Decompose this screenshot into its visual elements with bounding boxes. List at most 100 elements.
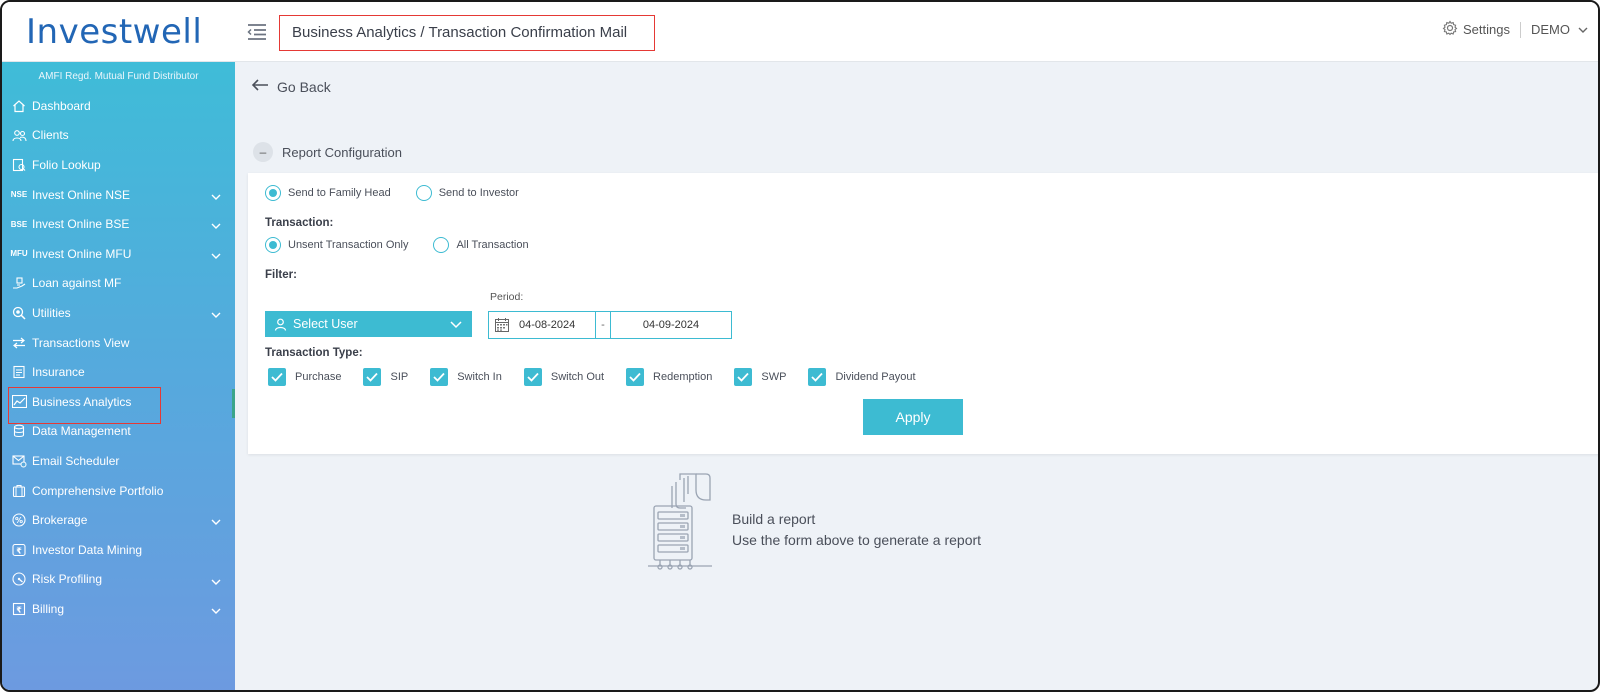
checkbox-sip[interactable]: SIP bbox=[363, 368, 408, 386]
filter-label: Filter: bbox=[265, 269, 297, 281]
sidebar-item-utilities[interactable]: Utilities bbox=[2, 298, 235, 328]
sidebar-item-label: Dashboard bbox=[32, 98, 91, 113]
chevron-down-icon[interactable] bbox=[211, 308, 221, 322]
chevron-down-icon[interactable] bbox=[211, 515, 221, 529]
radio-send-investor[interactable]: Send to Investor bbox=[415, 185, 519, 201]
sidebar-item-email-scheduler[interactable]: Email Scheduler bbox=[2, 446, 235, 476]
sidebar-item-label: Investor Data Mining bbox=[32, 542, 143, 557]
select-user-dropdown[interactable]: Select User bbox=[265, 311, 472, 337]
top-bar: Investwell Business Analytics / Transact… bbox=[2, 2, 1598, 62]
sidebar-item-label: Brokerage bbox=[32, 513, 88, 528]
report-config-card: Send to Family Head Send to Investor Tra… bbox=[248, 173, 1598, 454]
checkbox-label: SWP bbox=[761, 371, 787, 383]
top-right-menu: Settings DEMO bbox=[1442, 20, 1588, 39]
percent-icon: % bbox=[10, 512, 28, 528]
folio-icon bbox=[10, 157, 28, 173]
chevron-down-icon[interactable] bbox=[211, 604, 221, 618]
go-back-label: Go Back bbox=[277, 78, 331, 95]
settings-button[interactable]: Settings bbox=[1442, 20, 1510, 39]
gear-icon bbox=[1442, 20, 1458, 39]
sidebar-item-label: Email Scheduler bbox=[32, 453, 120, 468]
sidebar-item-invest-online-mfu[interactable]: MFU Invest Online MFU bbox=[2, 239, 235, 269]
sidebar-item-risk-profiling[interactable]: Risk Profiling bbox=[2, 565, 235, 595]
menu-toggle-icon[interactable] bbox=[246, 22, 268, 42]
date-from-input[interactable]: 04-08-2024 bbox=[515, 319, 595, 331]
radio-circle bbox=[433, 237, 450, 253]
sidebar-item-billing[interactable]: ₹ Billing bbox=[2, 594, 235, 624]
chevron-down-icon[interactable] bbox=[211, 249, 221, 263]
check-icon bbox=[363, 368, 382, 386]
sidebar-item-label: Utilities bbox=[32, 305, 71, 320]
sidebar-item-loan-against-mf[interactable]: Loan against MF bbox=[2, 269, 235, 299]
loan-icon bbox=[10, 275, 28, 291]
radio-unsent-only[interactable]: Unsent Transaction Only bbox=[265, 237, 408, 253]
svg-text:₹: ₹ bbox=[16, 546, 22, 555]
sidebar-item-label: Comprehensive Portfolio bbox=[32, 483, 164, 498]
sidebar-item-brokerage[interactable]: % Brokerage bbox=[2, 505, 235, 535]
sidebar-item-label: Invest Online NSE bbox=[32, 187, 131, 202]
chevron-down-icon[interactable] bbox=[211, 575, 221, 589]
check-icon bbox=[268, 368, 286, 386]
checkbox-swp[interactable]: SWP bbox=[734, 368, 786, 386]
send-to-group: Send to Family Head Send to Investor bbox=[265, 185, 519, 201]
transfer-icon bbox=[10, 335, 28, 351]
sidebar-item-investor-data-mining[interactable]: ₹ Investor Data Mining bbox=[2, 535, 235, 565]
checkbox-label: Purchase bbox=[295, 371, 342, 383]
utilities-icon bbox=[10, 305, 28, 321]
user-menu[interactable]: DEMO bbox=[1531, 22, 1588, 37]
transaction-label: Transaction: bbox=[265, 217, 334, 229]
sidebar-item-label: Invest Online BSE bbox=[32, 217, 130, 232]
main-content: Go Back – Report Configuration Send to F… bbox=[235, 62, 1598, 690]
check-icon bbox=[734, 368, 753, 386]
select-user-label: Select User bbox=[293, 317, 358, 331]
chevron-down-icon[interactable] bbox=[211, 219, 221, 233]
collapse-icon[interactable]: – bbox=[253, 142, 273, 162]
chevron-down-icon[interactable] bbox=[211, 190, 221, 204]
radio-send-family-head[interactable]: Send to Family Head bbox=[265, 185, 391, 201]
email-icon bbox=[10, 453, 28, 469]
sidebar-item-invest-online-nse[interactable]: NSE Invest Online NSE bbox=[2, 180, 235, 210]
check-icon bbox=[626, 368, 645, 386]
checkbox-redemption[interactable]: Redemption bbox=[626, 368, 712, 386]
radio-all-transaction[interactable]: All Transaction bbox=[433, 237, 529, 253]
nse-icon: NSE bbox=[10, 190, 28, 200]
sidebar-item-data-management[interactable]: Data Management bbox=[2, 417, 235, 447]
checkbox-label: Redemption bbox=[653, 371, 713, 383]
sidebar-item-folio-lookup[interactable]: Folio Lookup bbox=[2, 150, 235, 180]
go-back-link[interactable]: Go Back bbox=[251, 78, 331, 95]
empty-subtitle: Use the form above to generate a report bbox=[732, 532, 982, 548]
sidebar-item-transactions-view[interactable]: Transactions View bbox=[2, 328, 235, 358]
report-illustration-icon bbox=[646, 472, 726, 577]
user-icon bbox=[274, 318, 287, 331]
sidebar: AMFI Regd. Mutual Fund Distributor Dashb… bbox=[2, 62, 235, 690]
date-to-input[interactable]: 04-09-2024 bbox=[611, 319, 731, 331]
sidebar-item-label: Insurance bbox=[32, 365, 85, 380]
chart-icon bbox=[10, 394, 28, 410]
sidebar-item-insurance[interactable]: Insurance bbox=[2, 357, 235, 387]
checkbox-dividend-payout[interactable]: Dividend Payout bbox=[808, 368, 916, 386]
user-label: DEMO bbox=[1531, 22, 1570, 37]
checkbox-label: Switch In bbox=[457, 371, 502, 383]
apply-button[interactable]: Apply bbox=[863, 399, 963, 435]
checkbox-switch-in[interactable]: Switch In bbox=[430, 368, 502, 386]
empty-title: Build a report bbox=[732, 511, 816, 527]
mfu-icon: MFU bbox=[10, 249, 28, 259]
sidebar-item-invest-online-bse[interactable]: BSE Invest Online BSE bbox=[2, 209, 235, 239]
breadcrumb: Business Analytics / Transaction Confirm… bbox=[279, 15, 655, 51]
sidebar-item-dashboard[interactable]: Dashboard bbox=[2, 91, 235, 121]
calendar-icon[interactable] bbox=[489, 312, 515, 338]
report-config-header[interactable]: – Report Configuration bbox=[253, 142, 402, 162]
insurance-icon bbox=[10, 364, 28, 380]
sidebar-item-label: Data Management bbox=[32, 424, 131, 439]
sidebar-item-business-analytics[interactable]: Business Analytics bbox=[2, 387, 235, 417]
radio-circle bbox=[265, 185, 281, 201]
bse-icon: BSE bbox=[10, 219, 28, 229]
radio-label: Send to Family Head bbox=[288, 187, 391, 199]
radio-label: Send to Investor bbox=[438, 187, 519, 199]
billing-icon: ₹ bbox=[10, 601, 28, 617]
arrow-left-icon bbox=[251, 78, 269, 95]
sidebar-item-comprehensive-portfolio[interactable]: Comprehensive Portfolio bbox=[2, 476, 235, 506]
sidebar-item-clients[interactable]: Clients bbox=[2, 121, 235, 151]
checkbox-switch-out[interactable]: Switch Out bbox=[523, 368, 604, 386]
checkbox-purchase[interactable]: Purchase bbox=[268, 368, 341, 386]
